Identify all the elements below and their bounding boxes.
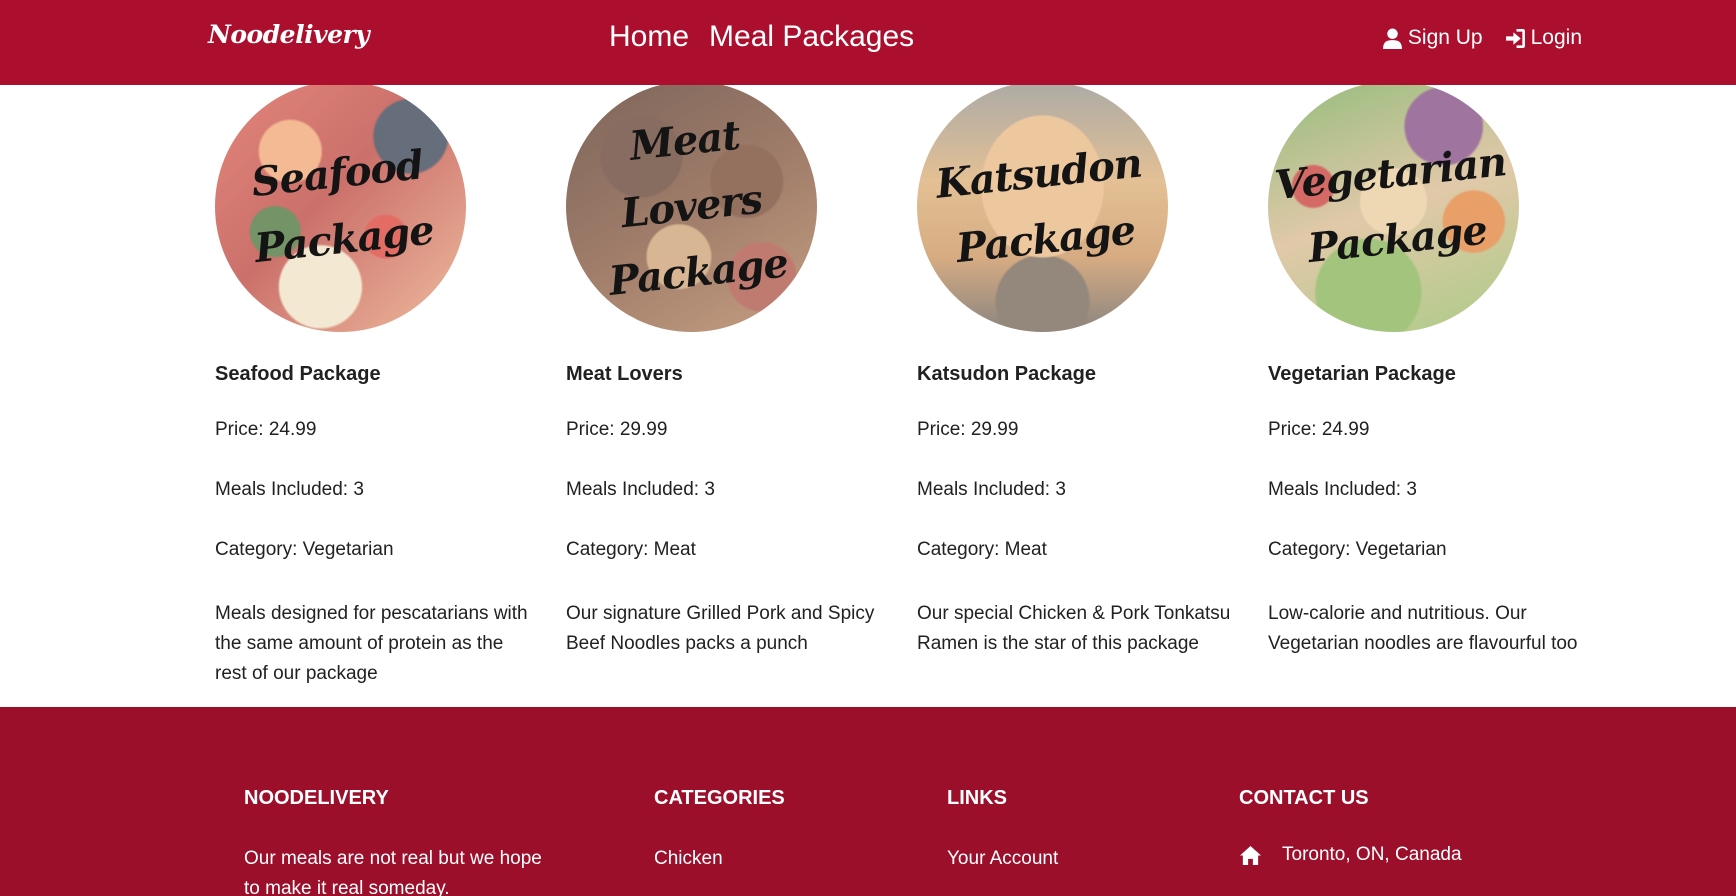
sign-in-icon (1505, 28, 1525, 48)
package-name: Meat Lovers (566, 363, 683, 385)
package-meals: Meals Included: 3 (215, 479, 364, 500)
package-category: Category: Meat (566, 539, 696, 560)
nav-link-home[interactable]: Home (609, 20, 689, 54)
package-card-meat-lovers: Meat Lovers Package Meat Lovers Price: 2… (566, 85, 896, 659)
package-meals: Meals Included: 3 (917, 479, 1066, 500)
package-name: Seafood Package (215, 363, 381, 385)
package-meals: Meals Included: 3 (1268, 479, 1417, 500)
main-nav: Home Meal Packages (609, 20, 914, 54)
site-footer: NOODELIVERY Our meals are not real but w… (0, 707, 1736, 896)
package-image-meat-lovers: Meat Lovers Package (566, 85, 817, 332)
footer-category-chicken[interactable]: Chicken (654, 844, 954, 874)
login-button[interactable]: Login (1505, 26, 1582, 50)
package-card-seafood: Seafood Package Seafood Package Price: 2… (215, 85, 545, 689)
sign-up-label: Sign Up (1407, 26, 1483, 49)
footer-categories-heading: CATEGORIES (654, 787, 785, 809)
sign-up-button[interactable]: Sign Up (1382, 26, 1483, 50)
package-image-seafood: Seafood Package (215, 85, 466, 332)
package-name: Katsudon Package (917, 363, 1096, 385)
footer-about-heading: NOODELIVERY (244, 787, 389, 809)
package-card-katsudon: Katsudon Package Katsudon Package Price:… (917, 85, 1247, 659)
navbar: Noodelivery Home Meal Packages Sign Up L… (0, 0, 1736, 85)
footer-about-text: Our meals are not real but we hope to ma… (244, 848, 542, 896)
package-image-title: Katsudon Package (933, 139, 1145, 272)
auth-nav: Sign Up Login (1382, 26, 1582, 50)
package-card-vegetarian: Vegetarian Package Vegetarian Package Pr… (1268, 85, 1598, 659)
package-category: Category: Vegetarian (1268, 539, 1447, 560)
login-label: Login (1530, 26, 1582, 49)
footer-links-heading: LINKS (947, 787, 1007, 809)
footer-contact: CONTACT US Toronto, ON, Canada (1239, 787, 1462, 866)
footer-contact-address-row: Toronto, ON, Canada (1239, 844, 1462, 866)
package-image-title: Vegetarian Package (1272, 137, 1508, 272)
footer-link-your-account[interactable]: Your Account (947, 844, 1247, 874)
home-icon (1240, 845, 1261, 865)
footer-contact-address: Toronto, ON, Canada (1282, 844, 1462, 865)
user-icon (1382, 28, 1402, 49)
package-name: Vegetarian Package (1268, 363, 1456, 385)
package-image-vegetarian: Vegetarian Package (1268, 85, 1519, 332)
package-description: Our special Chicken & Pork Tonkatsu Rame… (917, 603, 1231, 654)
package-description: Meals designed for pescatarians with the… (215, 603, 528, 684)
package-price: Price: 29.99 (917, 419, 1019, 440)
package-price: Price: 29.99 (566, 419, 668, 440)
brand-logo[interactable]: Noodelivery (208, 20, 370, 49)
nav-link-meal-packages[interactable]: Meal Packages (709, 20, 914, 54)
footer-contact-heading: CONTACT US (1239, 787, 1369, 809)
meal-packages-section: Seafood Package Seafood Package Price: 2… (0, 85, 1736, 707)
package-category: Category: Meat (917, 539, 1047, 560)
package-image-katsudon: Katsudon Package (917, 85, 1168, 332)
package-description: Our signature Grilled Pork and Spicy Bee… (566, 603, 875, 654)
footer-links: LINKS Your Account (947, 787, 1247, 874)
package-meals: Meals Included: 3 (566, 479, 715, 500)
footer-about: NOODELIVERY Our meals are not real but w… (244, 787, 544, 896)
package-image-title: Seafood Package (249, 140, 436, 272)
package-description: Low-calorie and nutritious. Our Vegetari… (1268, 603, 1578, 654)
package-image-title: Meat Lovers Package (606, 111, 790, 305)
package-price: Price: 24.99 (215, 419, 317, 440)
footer-categories: CATEGORIES Chicken (654, 787, 954, 874)
package-price: Price: 24.99 (1268, 419, 1370, 440)
package-category: Category: Vegetarian (215, 539, 394, 560)
